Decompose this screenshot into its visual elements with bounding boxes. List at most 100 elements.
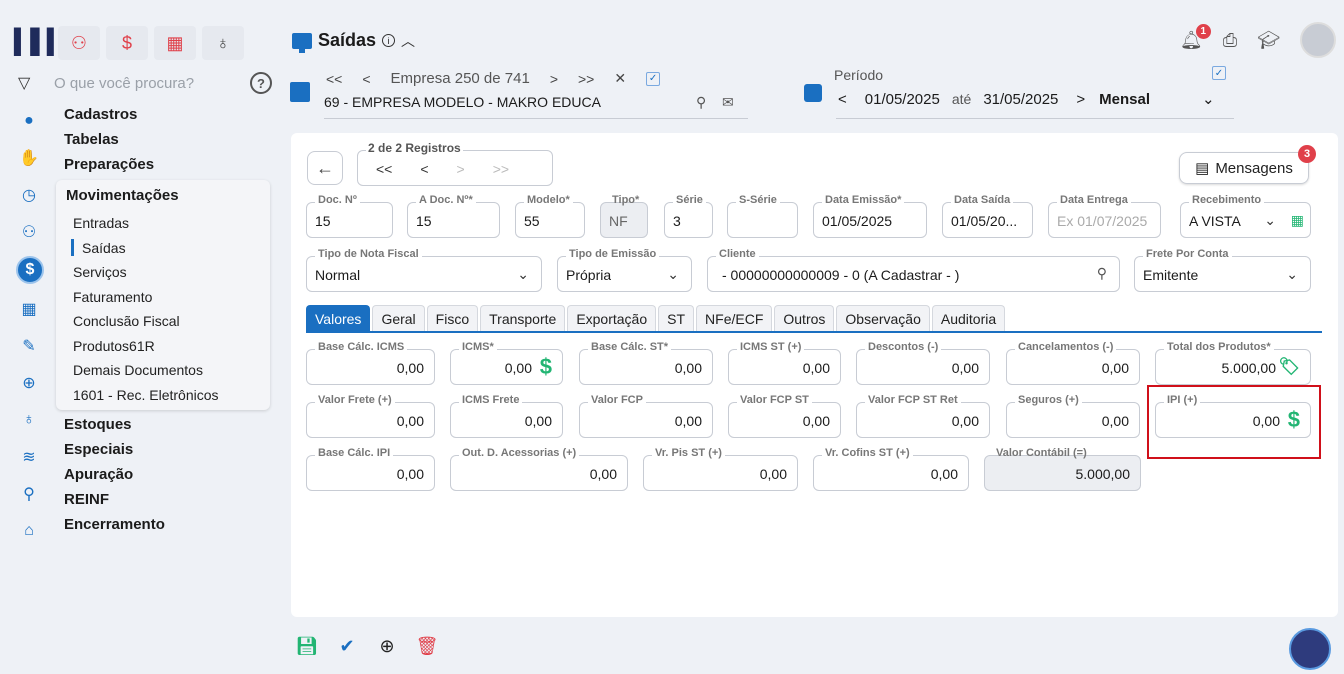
submenu-item-conclusao-fiscal[interactable]: Conclusão Fiscal xyxy=(73,313,180,329)
seguros-field[interactable]: Seguros (+) 0,00 xyxy=(1006,394,1140,438)
filter-icon[interactable]: ▽ xyxy=(18,73,54,93)
trash-icon[interactable]: 🗑︎ xyxy=(416,635,439,657)
calculator-icon[interactable]: ▦ xyxy=(16,296,42,321)
empresa-name[interactable]: 69 - EMPRESA MODELO - MAKRO EDUCA xyxy=(324,94,601,110)
tab-nfe-ecf[interactable]: NFe/ECF xyxy=(696,305,773,331)
tab-transporte[interactable]: Transporte xyxy=(480,305,566,331)
magnifier-icon[interactable]: ⚲ xyxy=(16,481,42,506)
home-icon[interactable]: ⌂ xyxy=(16,518,42,543)
s-serie-field[interactable]: S-Série xyxy=(727,194,798,238)
tab-fisco[interactable]: Fisco xyxy=(426,305,479,331)
tab-exportacao[interactable]: Exportação xyxy=(567,305,657,331)
mensagens-button[interactable]: ▤ Mensagens 3 xyxy=(1179,145,1316,184)
prev-empresa-button[interactable]: < xyxy=(362,71,370,87)
icms-frete-field[interactable]: ICMS Frete 0,00 xyxy=(450,394,563,438)
period-type-select[interactable]: Mensal xyxy=(1099,91,1150,108)
assistant-avatar[interactable] xyxy=(1289,628,1331,670)
menu-search[interactable]: ▽ O que você procura? ? xyxy=(18,72,272,94)
base-calc-icms-field[interactable]: Base Cálc. ICMS 0,00 xyxy=(306,341,435,385)
close-icon[interactable]: ✕ xyxy=(614,70,626,87)
menu-cadastros[interactable]: Cadastros xyxy=(64,106,137,123)
icms-st-field[interactable]: ICMS ST (+) 0,00 xyxy=(728,341,841,385)
submenu-item-produtos61r[interactable]: Produtos61R xyxy=(73,338,155,354)
money-bag-icon[interactable]: ♁ xyxy=(16,407,42,432)
tab-geral[interactable]: Geral xyxy=(372,305,425,331)
submenu-item-faturamento[interactable]: Faturamento xyxy=(73,289,152,305)
menu-tabelas[interactable]: Tabelas xyxy=(64,131,119,148)
data-emissao-field[interactable]: Data Emissão* 01/05/2025 xyxy=(813,194,927,238)
last-empresa-button[interactable]: >> xyxy=(578,71,594,87)
tab-observacao[interactable]: Observação xyxy=(836,305,930,331)
descontos-field[interactable]: Descontos (-) 0,00 xyxy=(856,341,990,385)
first-record-button[interactable]: << xyxy=(376,161,392,177)
help-icon[interactable]: ? xyxy=(250,72,272,94)
submenu-item-saidas[interactable]: Saídas xyxy=(71,239,126,256)
next-period-button[interactable]: > xyxy=(1076,91,1085,108)
app-logo[interactable]: ▍▌▍ xyxy=(14,28,65,56)
submenu-item-entradas[interactable]: Entradas xyxy=(73,215,129,231)
chevron-down-icon[interactable]: ⌄ xyxy=(1286,266,1298,283)
a-doc-no-field[interactable]: A Doc. Nº* 15 xyxy=(407,194,500,238)
modelo-field[interactable]: Modelo* 55 xyxy=(515,194,585,238)
chevron-up-icon[interactable]: ︿ xyxy=(401,31,415,51)
vr-cofins-st-field[interactable]: Vr. Cofins ST (+) 0,00 xyxy=(813,447,969,491)
data-saida-field[interactable]: Data Saída 01/05/20... xyxy=(942,194,1033,238)
last-record-button[interactable]: >> xyxy=(493,161,509,177)
submenu-item-rec-eletronicos[interactable]: 1601 - Rec. Eletrônicos xyxy=(73,387,219,403)
user-gear-icon[interactable]: ● xyxy=(16,108,42,133)
valor-fcp-st-field[interactable]: Valor FCP ST 0,00 xyxy=(728,394,841,438)
price-tag-icon[interactable]: 🏷︎ xyxy=(1278,357,1300,377)
serie-field[interactable]: Série 3 xyxy=(664,194,713,238)
doc-no-field[interactable]: Doc. Nº 15 xyxy=(306,194,393,238)
check-circle-icon[interactable]: ✔ xyxy=(336,635,358,657)
submenu-item-servicos[interactable]: Serviços xyxy=(73,264,127,280)
dollar-icon[interactable]: $ xyxy=(540,354,552,380)
menu-estoques[interactable]: Estoques xyxy=(64,416,132,433)
prev-period-button[interactable]: < xyxy=(838,91,847,108)
tipo-nota-select[interactable]: Tipo de Nota Fiscal Normal ⌄ xyxy=(306,248,542,292)
periodo-checkbox[interactable]: ✓ xyxy=(1212,66,1226,80)
tab-auditoria[interactable]: Auditoria xyxy=(931,305,1006,331)
chevron-down-icon[interactable]: ⌄ xyxy=(1202,90,1215,108)
mail-icon[interactable]: ✉ xyxy=(722,94,734,111)
chevron-down-icon[interactable]: ⌄ xyxy=(1264,212,1276,229)
menu-search-input[interactable]: O que você procura? xyxy=(54,75,250,92)
base-calc-st-field[interactable]: Base Cálc. ST* 0,00 xyxy=(579,341,713,385)
dollar-circle-icon[interactable]: $ xyxy=(16,256,44,284)
dollar-icon[interactable]: $ xyxy=(106,26,148,60)
recebimento-select[interactable]: Recebimento A VISTA ⌄ ▦ xyxy=(1180,194,1311,238)
graduation-cap-icon[interactable]: 🎓︎ xyxy=(1257,30,1280,51)
valor-frete-field[interactable]: Valor Frete (+) 0,00 xyxy=(306,394,435,438)
chevron-down-icon[interactable]: ⌄ xyxy=(517,266,529,283)
money-bag-icon[interactable]: ♁ xyxy=(202,26,244,60)
next-empresa-button[interactable]: > xyxy=(550,71,558,87)
calculator-icon[interactable]: ▦ xyxy=(154,26,196,60)
save-icon[interactable]: 💾︎ xyxy=(296,635,319,657)
menu-preparacoes[interactable]: Preparações xyxy=(64,156,154,173)
cancelamentos-field[interactable]: Cancelamentos (-) 0,00 xyxy=(1006,341,1140,385)
submenu-item-demais-documentos[interactable]: Demais Documentos xyxy=(73,362,203,378)
tab-st[interactable]: ST xyxy=(658,305,695,331)
layers-icon[interactable]: ≋ xyxy=(16,444,42,469)
menu-apuracao[interactable]: Apuração xyxy=(64,466,133,483)
submenu-title[interactable]: Movimentações xyxy=(66,187,179,204)
chevron-down-icon[interactable]: ⌄ xyxy=(667,266,679,283)
user-avatar[interactable] xyxy=(1300,22,1336,58)
valor-fcp-st-ret-field[interactable]: Valor FCP ST Ret 0,00 xyxy=(856,394,990,438)
next-record-button[interactable]: > xyxy=(457,161,465,177)
cliente-field[interactable]: Cliente - 00000000000009 - 0 (A Cadastra… xyxy=(707,248,1120,292)
globe-icon[interactable]: ⊕ xyxy=(16,370,42,395)
clock-icon[interactable]: ◷ xyxy=(16,182,42,207)
tab-outros[interactable]: Outros xyxy=(774,305,835,331)
back-button[interactable]: ← xyxy=(307,151,343,185)
total-produtos-field[interactable]: Total dos Produtos* 5.000,00 🏷︎ xyxy=(1155,341,1311,385)
bell-icon[interactable]: 🔔︎ 1 xyxy=(1180,23,1211,51)
empresa-checkbox[interactable]: ✓ xyxy=(646,71,661,86)
search-icon[interactable]: ⚲ xyxy=(696,94,706,111)
people-icon[interactable]: ⚇ xyxy=(16,219,42,244)
document-search-icon[interactable]: ⎙ xyxy=(1223,30,1237,51)
search-icon[interactable]: ⚲ xyxy=(1097,265,1107,282)
prev-record-button[interactable]: < xyxy=(420,161,428,177)
users-icon[interactable]: ⚇ xyxy=(58,26,100,60)
valor-fcp-field[interactable]: Valor FCP 0,00 xyxy=(579,394,713,438)
